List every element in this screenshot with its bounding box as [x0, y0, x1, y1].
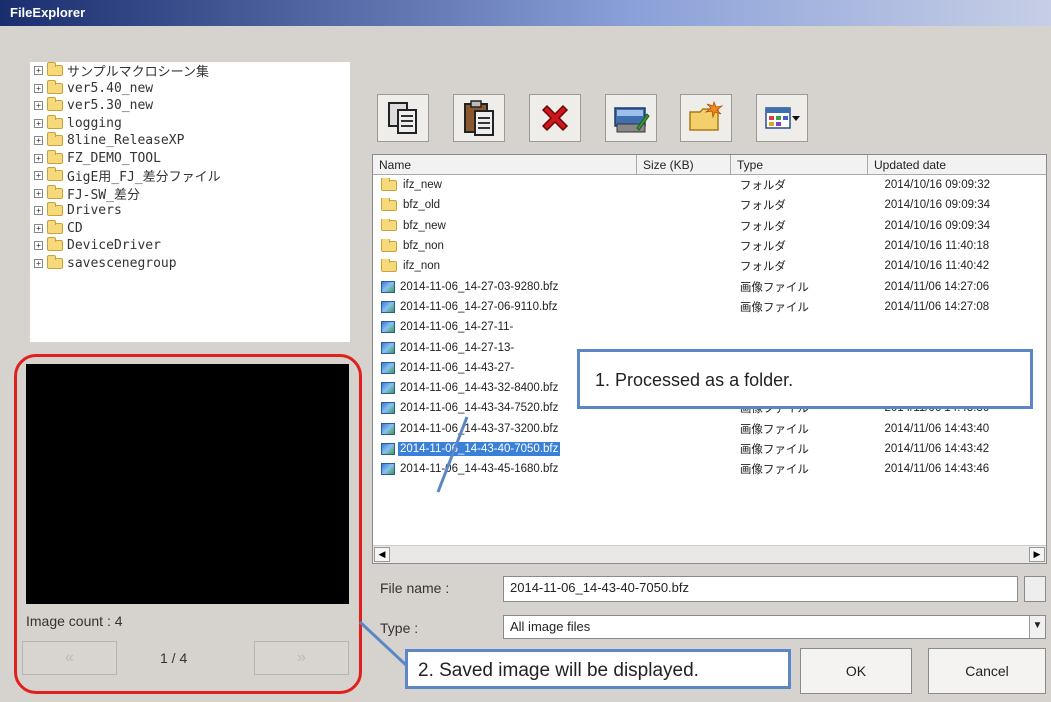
- callout-folder-note: 1. Processed as a folder.: [577, 349, 1033, 409]
- callout-two-leader: [358, 620, 408, 667]
- callout-folder-text: 1. Processed as a folder.: [595, 370, 794, 390]
- callout-preview-note: 2. Saved image will be displayed.: [405, 649, 791, 689]
- callout-one-leader: [436, 416, 469, 493]
- callout-preview-text: 2. Saved image will be displayed.: [418, 660, 699, 681]
